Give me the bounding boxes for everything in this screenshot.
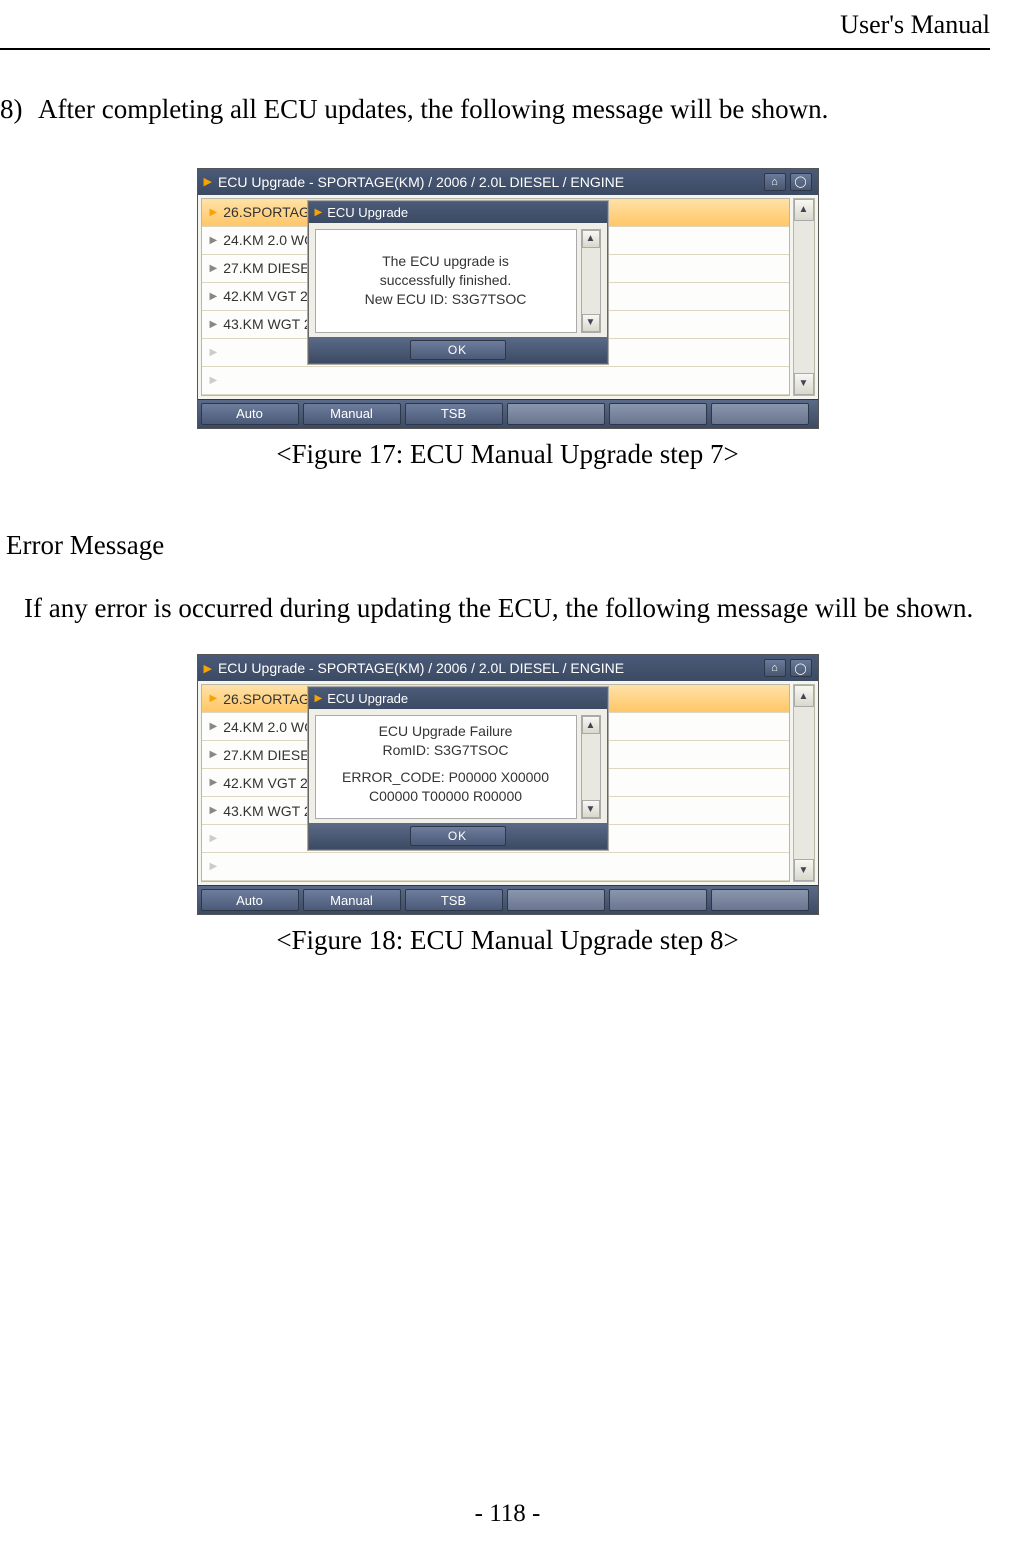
- tab-empty: [711, 403, 809, 425]
- camera-icon[interactable]: ◯: [790, 173, 812, 191]
- spacer: [322, 760, 570, 768]
- tab-auto[interactable]: Auto: [201, 403, 299, 425]
- caret-icon: ▶: [204, 175, 212, 188]
- scroll-up-icon[interactable]: ▲: [582, 230, 600, 248]
- scroll-track[interactable]: [582, 734, 600, 800]
- caret-icon: ▶: [210, 319, 218, 330]
- scroll-down-icon[interactable]: ▼: [794, 859, 814, 881]
- caret-icon: ▶: [210, 375, 218, 386]
- caret-icon: ▶: [210, 263, 218, 274]
- dialog-scrollbar[interactable]: ▲ ▼: [581, 229, 601, 333]
- dialog-success: ▶ ECU Upgrade The ECU upgrade is success…: [308, 201, 608, 364]
- caret-icon: ▶: [210, 347, 218, 358]
- list-item-label: 42.KM VGT 2.0: [223, 288, 319, 304]
- figure-caption: <Figure 17: ECU Manual Upgrade step 7>: [0, 439, 1015, 470]
- list-item-label: 26.SPORTAGE: [223, 204, 319, 220]
- caret-icon: ▶: [210, 693, 218, 704]
- window-title: ECU Upgrade - SPORTAGE(KM) / 2006 / 2.0L…: [218, 174, 624, 190]
- dialog-line: C00000 T00000 R00000: [322, 787, 570, 806]
- scroll-up-icon[interactable]: ▲: [582, 716, 600, 734]
- caret-icon: ▶: [315, 207, 323, 218]
- home-icon[interactable]: ⌂: [764, 659, 786, 677]
- caret-icon: ▶: [204, 662, 212, 675]
- tab-empty: [711, 889, 809, 911]
- dialog-line: The ECU upgrade is: [322, 252, 570, 271]
- window-titlebar: ▶ ECU Upgrade - SPORTAGE(KM) / 2006 / 2.…: [198, 169, 818, 195]
- dialog-line: ERROR_CODE: P00000 X00000: [322, 768, 570, 787]
- tab-empty: [609, 889, 707, 911]
- caret-icon: ▶: [210, 861, 218, 872]
- caret-icon: ▶: [210, 805, 218, 816]
- dialog-title: ECU Upgrade: [327, 205, 408, 220]
- page-number: - 118 -: [0, 1500, 1015, 1528]
- dialog-message: ECU Upgrade Failure RomID: S3G7TSOC ERRO…: [315, 715, 577, 819]
- tab-empty: [609, 403, 707, 425]
- scroll-up-icon[interactable]: ▲: [794, 685, 814, 707]
- ok-button[interactable]: OK: [410, 826, 506, 846]
- caret-icon: ▶: [210, 721, 218, 732]
- caret-icon: ▶: [210, 749, 218, 760]
- screenshot-fig18: ▶ ECU Upgrade - SPORTAGE(KM) / 2006 / 2.…: [197, 654, 819, 915]
- figure-caption: <Figure 18: ECU Manual Upgrade step 8>: [0, 925, 1015, 956]
- tab-tsb[interactable]: TSB: [405, 889, 503, 911]
- bottom-toolbar: Auto Manual TSB: [198, 885, 818, 914]
- tab-empty: [507, 889, 605, 911]
- screenshot-fig17: ▶ ECU Upgrade - SPORTAGE(KM) / 2006 / 2.…: [197, 168, 819, 429]
- dialog-line: New ECU ID: S3G7TSOC: [322, 290, 570, 309]
- scroll-down-icon[interactable]: ▼: [794, 373, 814, 395]
- step-number: 8): [0, 80, 38, 139]
- tab-empty: [507, 403, 605, 425]
- tab-manual[interactable]: Manual: [303, 403, 401, 425]
- window-titlebar: ▶ ECU Upgrade - SPORTAGE(KM) / 2006 / 2.…: [198, 655, 818, 681]
- scroll-down-icon[interactable]: ▼: [582, 800, 600, 818]
- camera-icon[interactable]: ◯: [790, 659, 812, 677]
- step-8: 8) After completing all ECU updates, the…: [0, 80, 1015, 140]
- dialog-line: RomID: S3G7TSOC: [322, 741, 570, 760]
- caret-icon: ▶: [315, 693, 323, 704]
- dialog-line: ECU Upgrade Failure: [322, 722, 570, 741]
- ok-button[interactable]: OK: [410, 340, 506, 360]
- scroll-down-icon[interactable]: ▼: [582, 314, 600, 332]
- dialog-titlebar: ▶ ECU Upgrade: [309, 688, 607, 709]
- caret-icon: ▶: [210, 207, 218, 218]
- list-item: ▶: [202, 853, 789, 881]
- list-item-label: 42.KM VGT 2.0: [223, 775, 319, 791]
- dialog-error: ▶ ECU Upgrade ECU Upgrade Failure RomID:…: [308, 687, 608, 850]
- list-item-label: 26.SPORTAGE: [223, 691, 319, 707]
- section-error-paragraph: If any error is occurred during updating…: [0, 579, 1015, 638]
- dialog-titlebar: ▶ ECU Upgrade: [309, 202, 607, 223]
- tab-tsb[interactable]: TSB: [405, 403, 503, 425]
- caret-icon: ▶: [210, 777, 218, 788]
- tab-manual[interactable]: Manual: [303, 889, 401, 911]
- scroll-track[interactable]: [582, 248, 600, 314]
- tab-auto[interactable]: Auto: [201, 889, 299, 911]
- dialog-title: ECU Upgrade: [327, 691, 408, 706]
- scroll-up-icon[interactable]: ▲: [794, 199, 814, 221]
- caret-icon: ▶: [210, 833, 218, 844]
- dialog-scrollbar[interactable]: ▲ ▼: [581, 715, 601, 819]
- list-scrollbar[interactable]: ▲ ▼: [793, 684, 815, 882]
- dialog-message: The ECU upgrade is successfully finished…: [315, 229, 577, 333]
- dialog-line: successfully finished.: [322, 271, 570, 290]
- home-icon[interactable]: ⌂: [764, 173, 786, 191]
- list-item: ▶: [202, 367, 789, 395]
- window-title: ECU Upgrade - SPORTAGE(KM) / 2006 / 2.0L…: [218, 660, 624, 676]
- scroll-track[interactable]: [794, 221, 814, 373]
- scroll-track[interactable]: [794, 707, 814, 859]
- list-scrollbar[interactable]: ▲ ▼: [793, 198, 815, 396]
- step-body: After completing all ECU updates, the fo…: [38, 80, 1015, 139]
- caret-icon: ▶: [210, 235, 218, 246]
- section-error-heading: Error Message: [0, 530, 1015, 561]
- running-header: User's Manual: [0, 0, 1015, 48]
- caret-icon: ▶: [210, 291, 218, 302]
- bottom-toolbar: Auto Manual TSB: [198, 399, 818, 428]
